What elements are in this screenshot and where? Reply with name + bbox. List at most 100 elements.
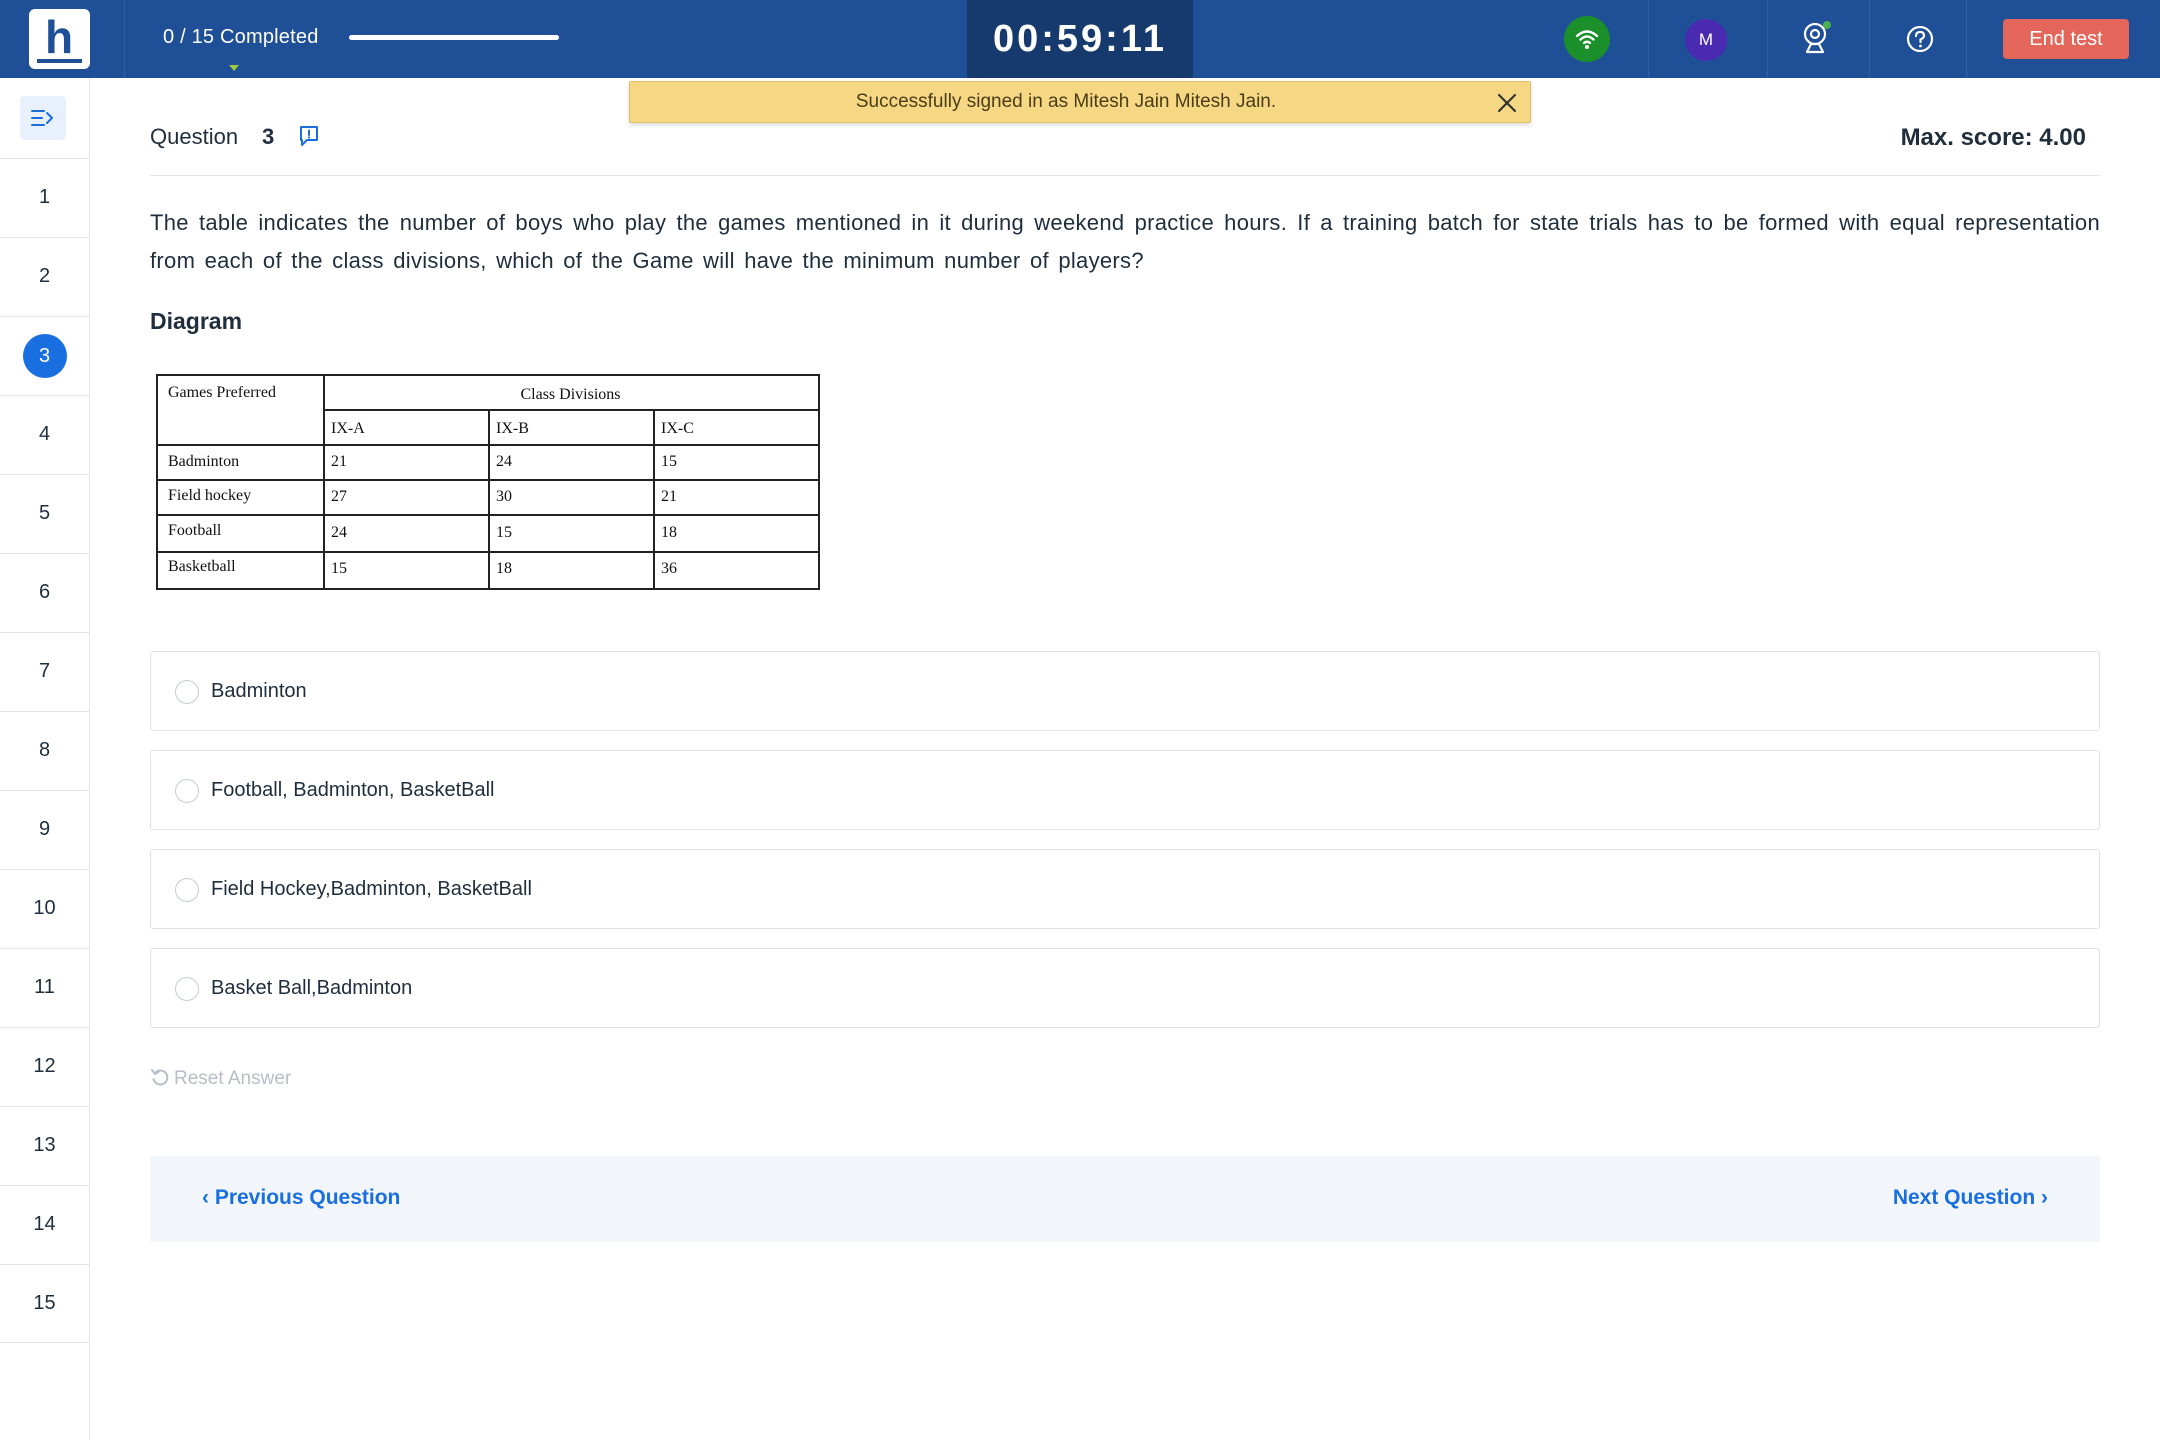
diagram-heading: Diagram	[150, 308, 243, 334]
table-cell: 18	[661, 524, 677, 541]
table-cell: 18	[496, 560, 512, 577]
table-row-label: Badminton	[168, 453, 240, 470]
sidebar-question-10[interactable]: 10	[0, 869, 89, 948]
radio-button[interactable]	[175, 680, 199, 704]
answer-option-label: Field Hockey,Badminton, BasketBall	[211, 878, 532, 900]
sidebar-question-13[interactable]: 13	[0, 1106, 89, 1185]
divider	[124, 0, 125, 78]
radio-button[interactable]	[175, 878, 199, 902]
question-title: Question	[150, 124, 239, 149]
sidebar-toggle-button[interactable]	[20, 96, 66, 140]
user-avatar[interactable]: M	[1685, 19, 1727, 61]
table-rule	[158, 479, 818, 481]
sidebar-question-2[interactable]: 2	[0, 237, 89, 316]
question-number: 1	[38, 186, 51, 208]
question-number: 9	[38, 818, 51, 840]
question-number: 11	[34, 976, 55, 998]
table-cell: 21	[331, 453, 347, 470]
table-rule	[158, 444, 818, 446]
table-rule	[158, 551, 818, 553]
hackerearth-logo: h	[29, 9, 90, 69]
sidebar-question-8[interactable]: 8	[0, 711, 89, 790]
question-text: The table indicates the number of boys w…	[150, 210, 2100, 273]
sidebar-question-12[interactable]: 12	[0, 1027, 89, 1106]
question-number: 12	[33, 1055, 56, 1077]
question-number: 14	[33, 1213, 56, 1235]
table-row-label: Field hockey	[168, 487, 252, 504]
svg-text:h: h	[45, 11, 73, 63]
question-number: 7	[38, 660, 51, 682]
max-score: Max. score: 4.00	[1900, 124, 2086, 151]
wifi-icon[interactable]	[1564, 16, 1610, 62]
question-number: 6	[38, 581, 51, 603]
question-number: 3	[262, 124, 275, 149]
question-header: Question 3 Max. score: 4.00	[150, 116, 2100, 176]
divider	[1966, 0, 1967, 78]
table-cell: 30	[496, 488, 512, 505]
question-number: 15	[33, 1292, 56, 1314]
answer-option[interactable]: Field Hockey,Badminton, BasketBall	[150, 849, 2100, 929]
radio-button[interactable]	[175, 779, 199, 803]
divider	[1869, 0, 1870, 78]
table-rule	[653, 410, 655, 588]
table-rule	[323, 409, 818, 411]
close-icon[interactable]	[1497, 93, 1517, 113]
question-number: 5	[38, 502, 51, 524]
answer-option-label: Basket Ball,Badminton	[211, 977, 413, 999]
answer-option[interactable]: Basket Ball,Badminton	[150, 948, 2100, 1028]
question-navigation: ‹ Previous Question Next Question ›	[150, 1156, 2100, 1242]
table-cell: 15	[496, 524, 512, 541]
question-number: 10	[33, 897, 56, 919]
table-row-label: Basketball	[168, 558, 236, 575]
question-number: 13	[33, 1134, 56, 1156]
sidebar-question-5[interactable]: 5	[0, 474, 89, 553]
collapse-sidebar-icon	[31, 110, 53, 126]
question-number: 4	[38, 423, 51, 445]
sidebar-question-4[interactable]: 4	[0, 395, 89, 474]
progress-bar	[349, 35, 559, 40]
countdown-timer: 00:59:11	[967, 0, 1193, 78]
reset-answer-button[interactable]: Reset Answer	[150, 1067, 291, 1090]
table-cell: 15	[661, 453, 677, 470]
table-row-label: Football	[168, 522, 222, 539]
next-question-link[interactable]: Next Question ›	[1893, 1186, 2048, 1210]
table-cell: 21	[661, 488, 677, 505]
sidebar-question-14[interactable]: 14	[0, 1185, 89, 1264]
table-cell: 36	[661, 560, 677, 577]
table-rule	[488, 410, 490, 588]
table-cell: 15	[331, 560, 347, 577]
sidebar-question-6[interactable]: 6	[0, 553, 89, 632]
sidebar-question-3[interactable]: 3	[0, 316, 89, 395]
sidebar-question-1[interactable]: 1	[0, 158, 89, 237]
top-bar: h 0 / 15 Completed 00:59:11 M End test	[0, 0, 2160, 78]
table-rule	[158, 514, 818, 516]
webcam-icon[interactable]	[1800, 20, 1834, 56]
report-flag-icon[interactable]	[298, 124, 320, 148]
table-cell: 24	[496, 453, 512, 470]
table-rule	[323, 376, 325, 588]
answer-option-label: Badminton	[211, 680, 307, 702]
table-group-header: Class Divisions	[520, 386, 621, 403]
table-corner-header: Games Preferred	[168, 384, 276, 401]
sidebar-question-7[interactable]: 7	[0, 632, 89, 711]
divider	[1767, 0, 1768, 78]
reset-answer-label: Reset Answer	[174, 1068, 292, 1089]
table-cell: 24	[331, 524, 347, 541]
answer-option[interactable]: Football, Badminton, BasketBall	[150, 750, 2100, 830]
end-test-button[interactable]: End test	[2003, 19, 2129, 59]
table-column-header: IX-C	[661, 420, 694, 437]
divider	[1648, 0, 1649, 78]
radio-button[interactable]	[175, 977, 199, 1001]
table-column-header: IX-B	[496, 420, 529, 437]
sidebar-question-9[interactable]: 9	[0, 790, 89, 869]
answer-option[interactable]: Badminton	[150, 651, 2100, 731]
question-number: 3	[22, 333, 67, 378]
sidebar-question-11[interactable]: 11	[0, 948, 89, 1027]
question-number-list: 1 2 3 4 5 6 7 8 9 10 11 12 13 14 15	[0, 158, 89, 1343]
sidebar-question-15[interactable]: 15	[0, 1264, 89, 1343]
previous-question-link[interactable]: ‹ Previous Question	[202, 1186, 400, 1210]
answer-options: Badminton Football, Badminton, BasketBal…	[150, 651, 2100, 1047]
help-icon[interactable]	[1905, 24, 1935, 54]
table-cell: 27	[331, 488, 347, 505]
question-number: 8	[38, 739, 51, 761]
